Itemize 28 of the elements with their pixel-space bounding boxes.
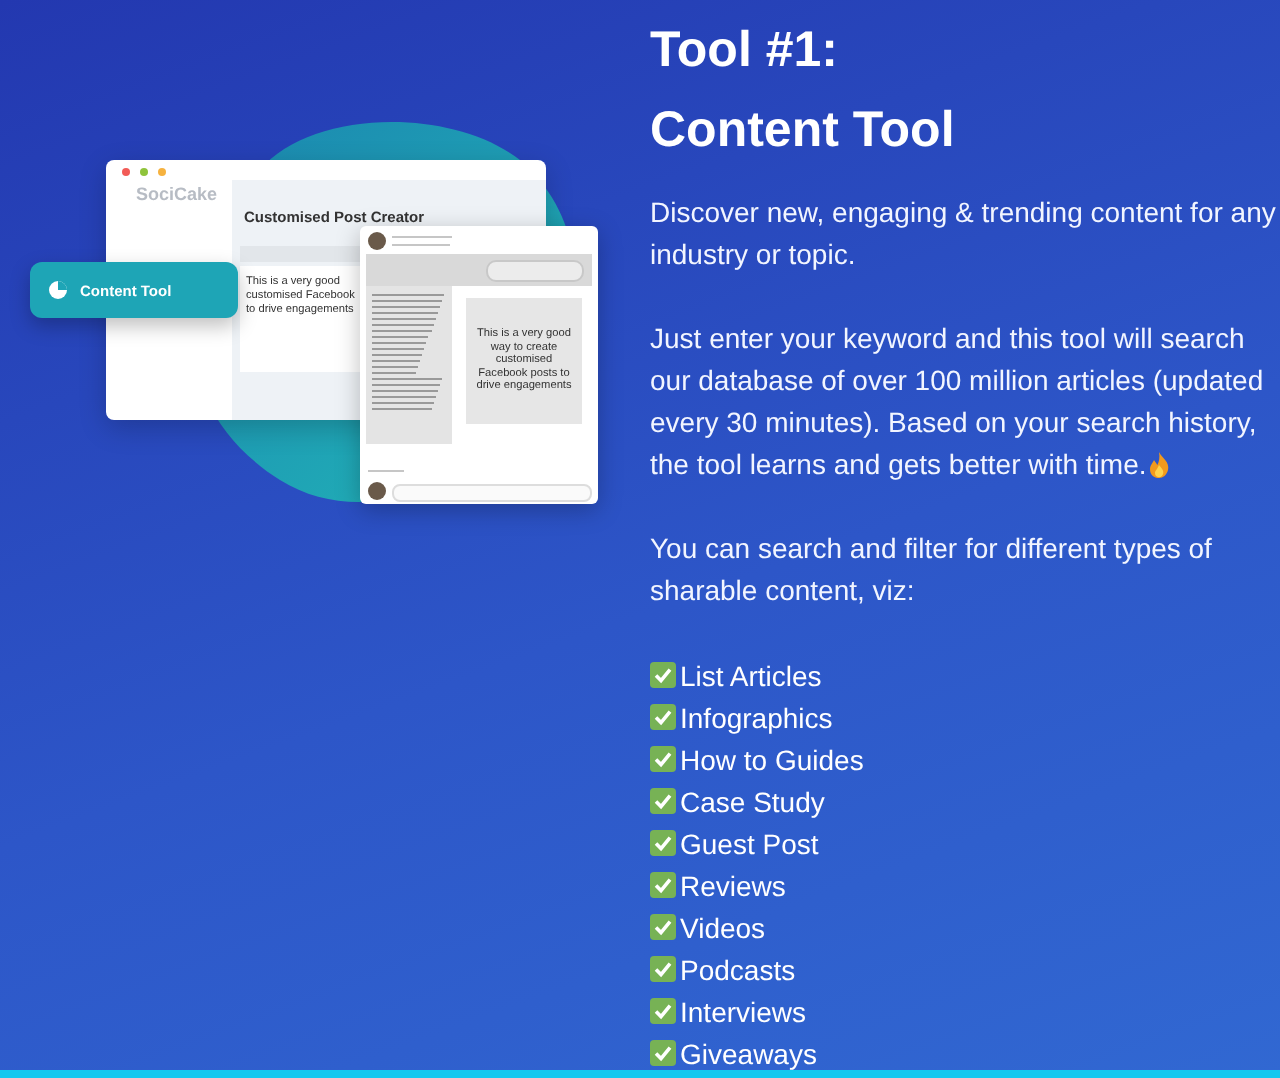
content-type-label: List Articles <box>680 659 822 691</box>
window-control-icon[interactable] <box>140 168 148 176</box>
content-type-label: Giveaways <box>680 1037 817 1069</box>
content-type-label: Interviews <box>680 995 807 1027</box>
section-title: Tool #1: <box>650 20 840 82</box>
content-type-label: Reviews <box>680 869 786 901</box>
app-logo: SociCake <box>136 184 218 204</box>
text-lines-drawing <box>372 294 444 410</box>
content-type-label: How to Guides <box>680 743 864 775</box>
content-type-label: Guest Post <box>680 827 819 859</box>
content-type-label: Podcasts <box>680 953 796 985</box>
text-lines-drawing <box>368 470 404 472</box>
content-type-label: Case Study <box>680 785 825 817</box>
window-control-icon[interactable] <box>122 168 130 176</box>
content-type-label: Infographics <box>680 701 833 733</box>
avatar-icon <box>368 482 386 500</box>
comment-field[interactable] <box>392 484 592 502</box>
window-control-icon[interactable] <box>158 168 166 176</box>
description-text: Discover new, engaging & trending content for any industry or topic. <box>650 194 1278 274</box>
avatar-icon <box>368 232 386 250</box>
content-type-label: Videos <box>680 911 766 943</box>
pie-chart-icon <box>48 280 68 300</box>
description-text: You can search and filter for different types of sharable content, viz: <box>650 530 1214 610</box>
section-title: Content Tool <box>650 100 957 162</box>
search-field[interactable] <box>486 260 584 282</box>
text-lines-drawing <box>392 236 452 246</box>
description-text: Just enter your keyword and this tool will search our database of over 100 million articles (updated every 30 minutes). Based on your search history, the tool learns and gets better with time. <box>650 320 1266 484</box>
fire-icon <box>1148 452 1171 478</box>
